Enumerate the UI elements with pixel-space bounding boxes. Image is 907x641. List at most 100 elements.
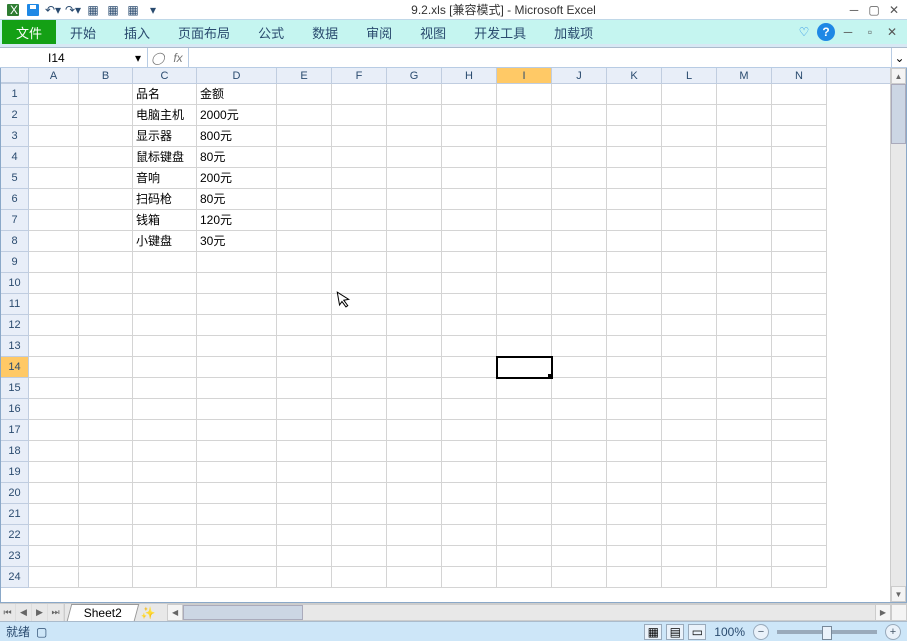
cell-A18[interactable] <box>29 441 79 462</box>
tab-formulas[interactable]: 公式 <box>244 20 298 44</box>
cell-B15[interactable] <box>79 378 133 399</box>
zoom-slider[interactable] <box>777 630 877 634</box>
cell-L7[interactable] <box>662 210 717 231</box>
cell-D2[interactable]: 2000元 <box>197 105 277 126</box>
col-header-F[interactable]: F <box>332 68 387 83</box>
cell-I2[interactable] <box>497 105 552 126</box>
cell-K21[interactable] <box>607 504 662 525</box>
view-layout-icon[interactable]: ▤ <box>666 624 684 640</box>
cell-B16[interactable] <box>79 399 133 420</box>
scroll-left-icon[interactable]: ◀ <box>167 604 183 621</box>
cell-N7[interactable] <box>772 210 827 231</box>
cell-L16[interactable] <box>662 399 717 420</box>
tab-addins[interactable]: 加载项 <box>540 20 607 44</box>
cell-B3[interactable] <box>79 126 133 147</box>
cell-D8[interactable]: 30元 <box>197 231 277 252</box>
cell-G24[interactable] <box>387 567 442 588</box>
row-header-20[interactable]: 20 <box>1 483 29 504</box>
cell-N14[interactable] <box>772 357 827 378</box>
cell-B5[interactable] <box>79 168 133 189</box>
cell-I10[interactable] <box>497 273 552 294</box>
cell-J12[interactable] <box>552 315 607 336</box>
cell-M14[interactable] <box>717 357 772 378</box>
cell-M22[interactable] <box>717 525 772 546</box>
cell-A5[interactable] <box>29 168 79 189</box>
cell-C24[interactable] <box>133 567 197 588</box>
cell-C17[interactable] <box>133 420 197 441</box>
cell-L13[interactable] <box>662 336 717 357</box>
col-header-K[interactable]: K <box>607 68 662 83</box>
cell-H18[interactable] <box>442 441 497 462</box>
cell-I16[interactable] <box>497 399 552 420</box>
cell-A21[interactable] <box>29 504 79 525</box>
cell-H15[interactable] <box>442 378 497 399</box>
cell-I1[interactable] <box>497 84 552 105</box>
cell-G8[interactable] <box>387 231 442 252</box>
scroll-down-icon[interactable]: ▼ <box>891 586 906 602</box>
cell-K23[interactable] <box>607 546 662 567</box>
cell-A22[interactable] <box>29 525 79 546</box>
cell-C4[interactable]: 鼠标键盘 <box>133 147 197 168</box>
cell-E7[interactable] <box>277 210 332 231</box>
cell-D17[interactable] <box>197 420 277 441</box>
cell-E11[interactable] <box>277 294 332 315</box>
cell-D10[interactable] <box>197 273 277 294</box>
cell-N21[interactable] <box>772 504 827 525</box>
cell-G6[interactable] <box>387 189 442 210</box>
cell-C14[interactable] <box>133 357 197 378</box>
row-header-5[interactable]: 5 <box>1 168 29 189</box>
qa-btn6[interactable]: ▦ <box>124 1 142 19</box>
cell-C11[interactable] <box>133 294 197 315</box>
cell-D3[interactable]: 800元 <box>197 126 277 147</box>
cell-K12[interactable] <box>607 315 662 336</box>
cell-C18[interactable] <box>133 441 197 462</box>
cell-E10[interactable] <box>277 273 332 294</box>
cell-C8[interactable]: 小键盘 <box>133 231 197 252</box>
cell-I12[interactable] <box>497 315 552 336</box>
sheet-nav-next-icon[interactable]: ▶ <box>32 604 48 621</box>
new-sheet-icon[interactable]: ✨ <box>137 604 159 621</box>
cell-M21[interactable] <box>717 504 772 525</box>
cell-E9[interactable] <box>277 252 332 273</box>
cell-C16[interactable] <box>133 399 197 420</box>
row-header-8[interactable]: 8 <box>1 231 29 252</box>
row-header-12[interactable]: 12 <box>1 315 29 336</box>
scroll-right-icon[interactable]: ▶ <box>875 604 891 621</box>
cell-N17[interactable] <box>772 420 827 441</box>
cell-L20[interactable] <box>662 483 717 504</box>
row-header-17[interactable]: 17 <box>1 420 29 441</box>
row-header-13[interactable]: 13 <box>1 336 29 357</box>
cell-J14[interactable] <box>552 357 607 378</box>
cell-C21[interactable] <box>133 504 197 525</box>
cell-N3[interactable] <box>772 126 827 147</box>
cell-F24[interactable] <box>332 567 387 588</box>
cell-G7[interactable] <box>387 210 442 231</box>
cell-G19[interactable] <box>387 462 442 483</box>
cell-B7[interactable] <box>79 210 133 231</box>
cell-K7[interactable] <box>607 210 662 231</box>
cell-G18[interactable] <box>387 441 442 462</box>
qa-dropdown-icon[interactable]: ▾ <box>144 1 162 19</box>
cell-K3[interactable] <box>607 126 662 147</box>
cell-L9[interactable] <box>662 252 717 273</box>
cell-B2[interactable] <box>79 105 133 126</box>
view-normal-icon[interactable]: ▦ <box>644 624 662 640</box>
cell-J15[interactable] <box>552 378 607 399</box>
tab-view[interactable]: 视图 <box>406 20 460 44</box>
fx-button[interactable]: fx <box>168 51 188 65</box>
cell-F13[interactable] <box>332 336 387 357</box>
cell-J1[interactable] <box>552 84 607 105</box>
cell-H4[interactable] <box>442 147 497 168</box>
cell-C3[interactable]: 显示器 <box>133 126 197 147</box>
cell-F5[interactable] <box>332 168 387 189</box>
row-header-14[interactable]: 14 <box>1 357 29 378</box>
cell-M1[interactable] <box>717 84 772 105</box>
cell-E16[interactable] <box>277 399 332 420</box>
cell-B1[interactable] <box>79 84 133 105</box>
cell-J19[interactable] <box>552 462 607 483</box>
cell-H12[interactable] <box>442 315 497 336</box>
cell-C20[interactable] <box>133 483 197 504</box>
tab-data[interactable]: 数据 <box>298 20 352 44</box>
cell-E20[interactable] <box>277 483 332 504</box>
cell-A7[interactable] <box>29 210 79 231</box>
